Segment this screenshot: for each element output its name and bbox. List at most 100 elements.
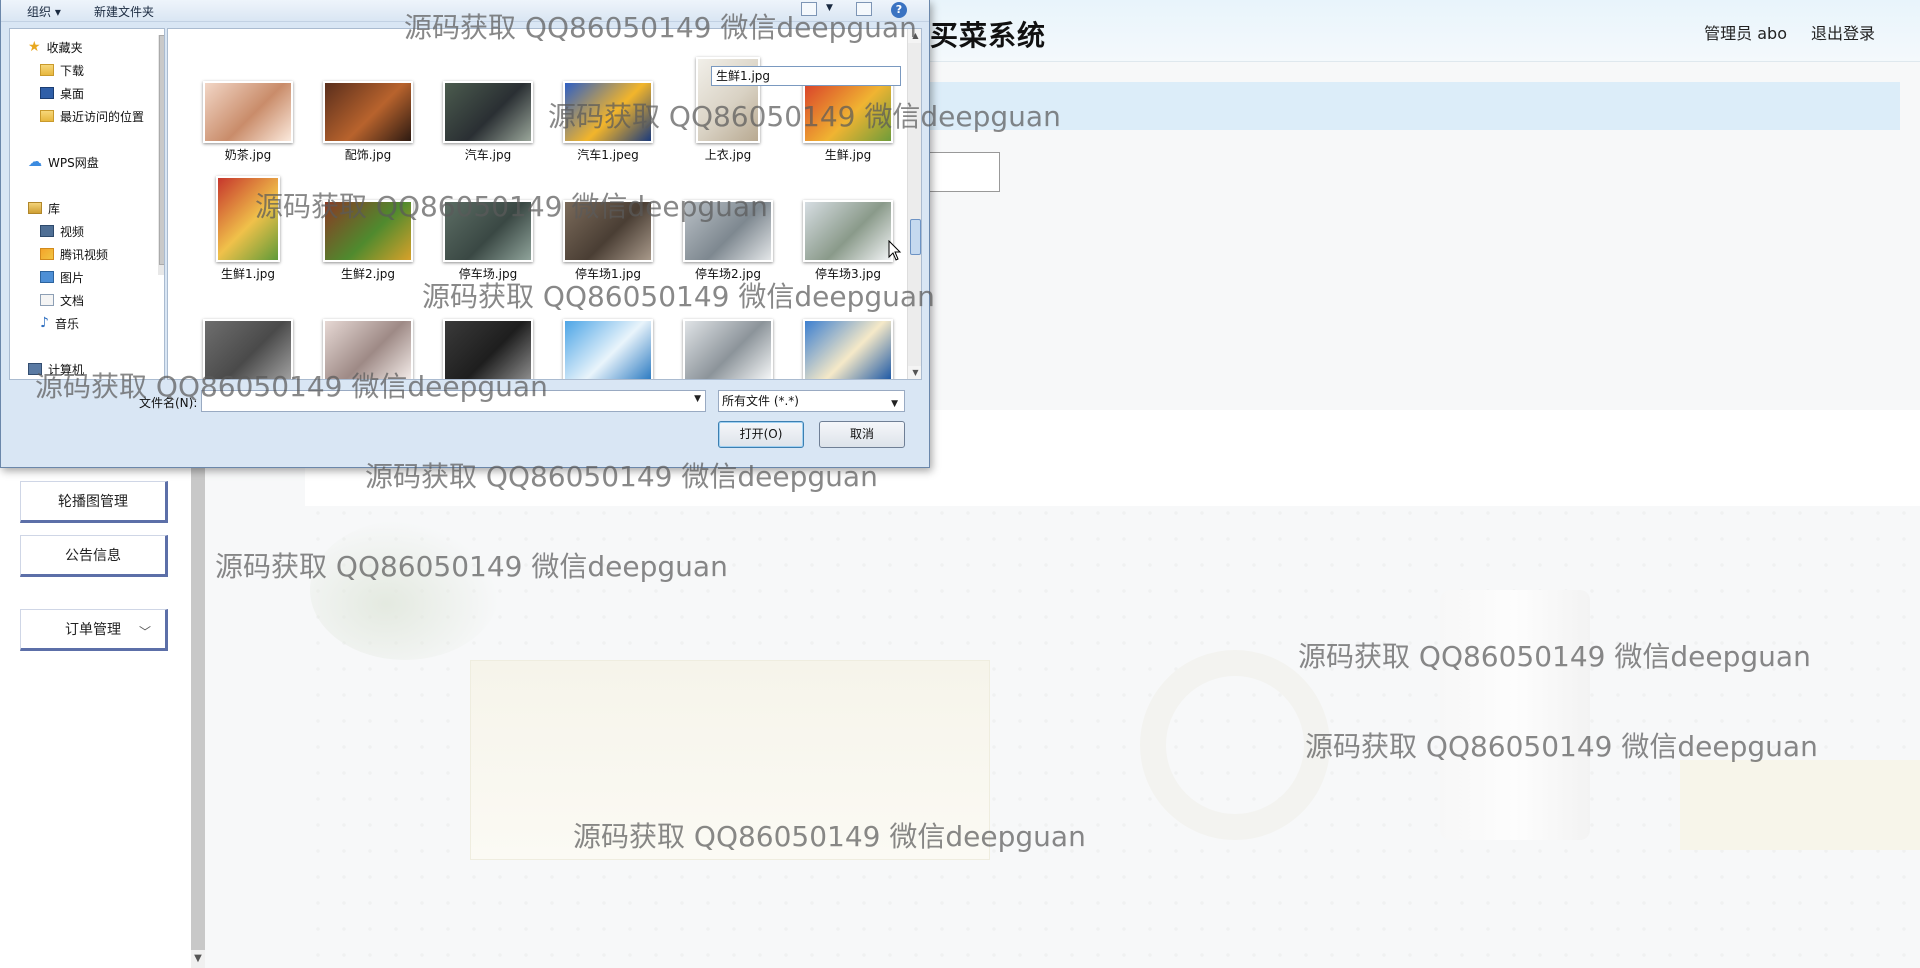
file-thumbnail [563, 81, 653, 143]
file-item[interactable]: 图书.jpg [786, 283, 896, 379]
sidebar-item-label: 订单管理 [65, 622, 121, 638]
file-item[interactable]: 生鲜.jpg [786, 45, 896, 163]
sidebar-item-label: 公告信息 [65, 548, 121, 564]
admin-user-link[interactable]: 管理员 abo [1704, 20, 1787, 44]
computer-icon [28, 363, 42, 375]
nav-item-label: 最近访问的位置 [60, 109, 145, 124]
nav-item-label: 库 [48, 201, 61, 216]
sidebar-item-carousel[interactable]: 轮播图管理 [20, 481, 168, 523]
file-item[interactable]: 停车场1.jpg [546, 164, 656, 282]
sidebar-scrollbar[interactable] [191, 462, 205, 950]
file-thumbnail [803, 81, 893, 143]
file-name-label: 汽车1.jpeg [577, 148, 639, 162]
file-name-label: 生鲜2.jpg [340, 267, 396, 281]
new-folder-button[interactable]: 新建文件夹 [94, 3, 154, 20]
pictures-icon [40, 271, 54, 283]
nav-item-label: 视频 [60, 224, 85, 239]
file-thumbnail [323, 200, 413, 262]
file-open-dialog: 组织 ▾ 新建文件夹 ▼ ? ★ 收藏夹 下载 桌面 最近访问的位置 ☁ WPS… [0, 0, 930, 468]
file-item[interactable]: 配饰.jpg [306, 45, 416, 163]
filename-label: 文件名(N): [139, 396, 198, 410]
filetype-select[interactable]: 所有文件 (*.*) ▼ [718, 390, 905, 412]
background-plant-image [310, 520, 500, 660]
nav-item-music[interactable]: ♪ 音乐 [40, 313, 79, 333]
sidebar-item-notices[interactable]: 公告信息 [20, 535, 168, 577]
nav-item-pictures[interactable]: 图片 [40, 267, 84, 287]
desktop-icon [40, 87, 54, 99]
file-item[interactable]: 奶茶.jpg [186, 45, 296, 163]
nav-item-tencent-video[interactable]: 腾讯视频 [40, 244, 108, 264]
background-ring-image [1140, 650, 1330, 840]
nav-item-documents[interactable]: 文档 [40, 290, 84, 310]
file-thumbnail [203, 81, 293, 143]
background-block-image [1680, 760, 1920, 850]
scroll-up-icon[interactable]: ▲ [908, 29, 921, 43]
file-item[interactable]: 停车场4.jpg [186, 283, 296, 379]
file-name-label: 停车场3.jpg [814, 267, 882, 281]
file-item[interactable]: 图片.png [666, 283, 776, 379]
nav-item-video[interactable]: 视频 [40, 221, 84, 241]
nav-item-computer[interactable]: 计算机 [28, 359, 84, 379]
cancel-button[interactable]: 取消 [819, 421, 905, 448]
rename-field[interactable]: 生鲜1.jpg [711, 66, 901, 86]
scroll-down-icon[interactable]: ▼ [908, 366, 921, 379]
files-scrollbar[interactable]: ▲ ▼ [907, 29, 921, 379]
navigation-pane: ★ 收藏夹 下载 桌面 最近访问的位置 ☁ WPS网盘 库 视频 腾讯视频 图片… [9, 28, 165, 380]
file-name-label: 配饰.jpg [344, 148, 392, 162]
nav-item-label: 图片 [60, 270, 85, 285]
sidebar-item-label: 轮播图管理 [58, 494, 128, 510]
file-thumbnail [683, 200, 773, 262]
file-item[interactable]: 停车场2.jpg [666, 164, 776, 282]
file-item[interactable]: 停车场3.jpg [786, 164, 896, 282]
music-icon: ♪ [40, 315, 49, 331]
file-thumbnail [323, 81, 413, 143]
chevron-down-icon: ▼ [891, 399, 898, 409]
file-item[interactable]: 上衣.jpg [666, 45, 776, 163]
nav-item-recent[interactable]: 最近访问的位置 [40, 106, 144, 126]
nav-item-library[interactable]: 库 [28, 198, 60, 218]
file-thumbnail [803, 200, 893, 262]
file-thumbnail [443, 200, 533, 262]
organize-menu[interactable]: 组织 ▾ [27, 3, 61, 20]
open-button[interactable]: 打开(O) [718, 421, 804, 448]
view-mode-icon[interactable] [801, 2, 817, 16]
nav-item-wps-cloud[interactable]: ☁ WPS网盘 [28, 152, 99, 172]
help-icon[interactable]: ? [891, 2, 907, 18]
file-item[interactable]: 头像1.jpg [426, 283, 536, 379]
file-item[interactable]: 生鲜2.jpg [306, 164, 416, 282]
download-folder-icon [40, 64, 54, 76]
nav-scroll-thumb[interactable] [159, 35, 164, 265]
nav-item-downloads[interactable]: 下载 [40, 60, 84, 80]
file-thumbnail [323, 319, 413, 379]
nav-item-label: 桌面 [60, 86, 85, 101]
file-thumbnail [443, 81, 533, 143]
nav-item-desktop[interactable]: 桌面 [40, 83, 84, 103]
nav-scrollbar[interactable] [158, 35, 164, 275]
file-thumbnail [683, 319, 773, 379]
tencent-video-icon [40, 248, 54, 260]
chevron-down-icon: ﹀ [138, 625, 151, 639]
file-item[interactable]: 停车场.jpg [426, 164, 536, 282]
background-dot-pattern [305, 500, 1920, 968]
preview-pane-icon[interactable] [856, 2, 872, 16]
file-item[interactable]: 图片.jpeg [546, 283, 656, 379]
documents-icon [40, 294, 54, 306]
view-dropdown-icon[interactable]: ▼ [826, 3, 833, 13]
file-thumbnail [203, 319, 293, 379]
sidebar-item-orders[interactable]: 订单管理 ﹀ [20, 609, 168, 651]
logout-link[interactable]: 退出登录 [1811, 20, 1875, 44]
file-thumbnail [803, 319, 893, 379]
cloud-icon: ☁ [28, 154, 42, 170]
file-name-label: 奶茶.jpg [224, 148, 272, 162]
file-item[interactable]: 生鲜1.jpg [186, 164, 296, 282]
nav-item-label: 计算机 [48, 362, 85, 377]
nav-item-favorites[interactable]: ★ 收藏夹 [28, 37, 83, 57]
chevron-down-icon[interactable]: ▼ [694, 394, 701, 404]
file-item[interactable]: 汽车1.jpeg [546, 45, 656, 163]
file-item[interactable]: 头像.jpg [306, 283, 416, 379]
dialog-toolbar: 组织 ▾ 新建文件夹 ▼ ? [1, 0, 929, 22]
file-item[interactable]: 汽车.jpg [426, 45, 536, 163]
files-scroll-thumb[interactable] [910, 219, 921, 255]
filename-input[interactable]: ▼ [201, 390, 706, 412]
sidebar-scroll-down-icon[interactable]: ▼ [191, 950, 205, 968]
